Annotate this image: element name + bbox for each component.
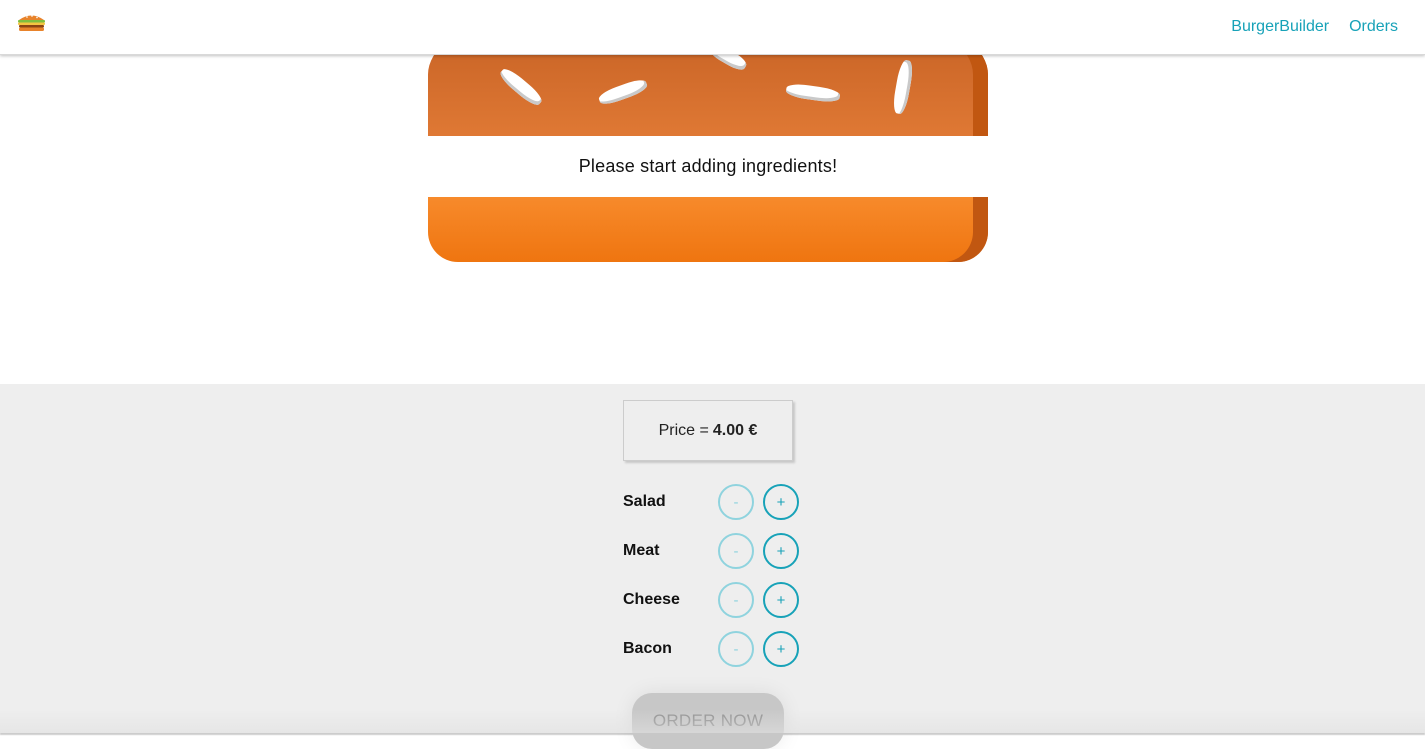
less-salad-button[interactable]: - [718,484,754,520]
ingredient-label: Salad [623,493,666,510]
price-label: Price = [658,421,709,439]
ingredient-label: Meat [623,542,660,559]
more-meat-button[interactable]: + [763,533,799,569]
nav-burgerbuilder-link[interactable]: BurgerBuilder [1231,18,1329,36]
more-cheese-button[interactable]: + [763,582,799,618]
sesame-seed [597,76,649,108]
less-cheese-button[interactable]: - [718,582,754,618]
less-meat-button[interactable]: - [718,533,754,569]
toolbar: BurgerBuilder Orders [0,0,1425,55]
bread-bottom [428,197,988,262]
ingredient-row-meat: Meat - + [623,533,803,569]
more-bacon-button[interactable]: + [763,631,799,667]
less-bacon-button[interactable]: - [718,631,754,667]
nav-orders-link[interactable]: Orders [1349,18,1398,36]
ingredient-row-bacon: Bacon - + [623,631,803,667]
ingredient-row-salad: Salad - + [623,484,803,520]
sesame-seed [785,82,841,104]
burger-logo-icon[interactable] [17,13,46,32]
order-now-button[interactable]: ORDER NOW [632,693,784,749]
build-controls: Price = 4.00 € Salad - + Meat - + Cheese… [0,384,1425,749]
empty-burger-message: Please start adding ingredients! [428,136,988,197]
ingredient-label: Bacon [623,640,672,657]
sesame-seed [497,65,545,109]
ingredient-row-cheese: Cheese - + [623,582,803,618]
more-salad-button[interactable]: + [763,484,799,520]
main-nav: BurgerBuilder Orders [1231,0,1398,54]
price-value: 4.00 € [712,421,758,439]
ingredient-label: Cheese [623,591,680,608]
burger-preview: Please start adding ingredients! [0,0,1425,384]
price-display: Price = 4.00 € [623,400,793,461]
sesame-seed [891,59,915,115]
